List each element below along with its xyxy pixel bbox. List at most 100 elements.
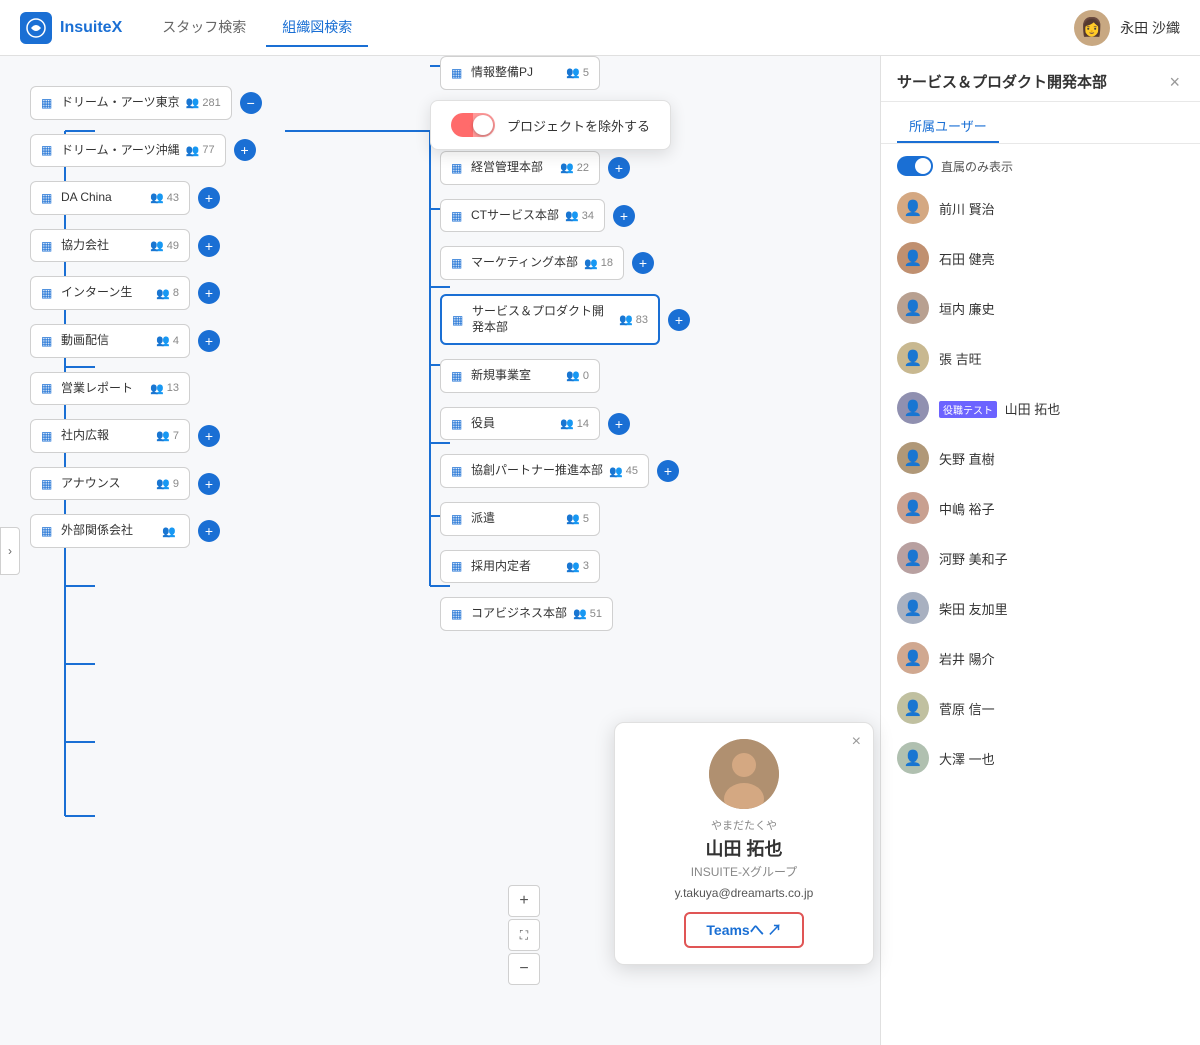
collapse-toggle[interactable]: › — [0, 527, 20, 575]
user-item-9[interactable]: 👤 岩井 陽介 — [897, 638, 1184, 678]
expand-button-ct[interactable]: + — [613, 205, 635, 227]
nav-tab-org[interactable]: 組織図検索 — [266, 9, 368, 47]
people-icon: 👥 — [560, 417, 574, 430]
org-node-shanai[interactable]: ▦ 社内広報 👥 7 — [30, 419, 190, 453]
avatar-11: 👤 — [897, 742, 929, 774]
expand-button-shanai[interactable]: + — [198, 425, 220, 447]
node-name: 営業レポート — [61, 381, 144, 397]
zoom-in-button[interactable]: + — [508, 885, 540, 917]
org-node-yakuin[interactable]: ▦ 役員 👥 14 — [440, 407, 600, 441]
org-node-douga[interactable]: ▦ 動画配信 👥 4 — [30, 324, 190, 358]
user-item-4[interactable]: 👤 役職テスト 山田 拓也 — [897, 388, 1184, 428]
people-icon: 👥 — [566, 512, 580, 525]
right-node-row-9: ▦ 派遣 👥 5 — [440, 502, 690, 536]
tab-members[interactable]: 所属ユーザー — [897, 110, 999, 143]
org-icon: ▦ — [451, 417, 465, 431]
nav-tab-staff[interactable]: スタッフ検索 — [146, 9, 262, 47]
org-icon: ▦ — [451, 464, 465, 478]
org-node-kyoso[interactable]: ▦ 協創パートナー推進本部 👥 45 — [440, 454, 649, 488]
org-node-intern[interactable]: ▦ インターン生 👥 8 — [30, 276, 190, 310]
user-badge-4: 役職テスト — [939, 401, 997, 418]
org-node-joho[interactable]: ▦ 情報整備PJ 👥 5 — [440, 56, 600, 90]
avatar-2: 👤 — [897, 292, 929, 324]
node-count: 👥 3 — [566, 560, 589, 573]
user-item-6[interactable]: 👤 中嶋 裕子 — [897, 488, 1184, 528]
profile-name: 山田 拓也 — [631, 835, 857, 861]
expand-button-dream-okinawa[interactable]: + — [234, 139, 256, 161]
org-icon: ▦ — [451, 256, 465, 270]
avatar-8: 👤 — [897, 592, 929, 624]
org-node-dream-tokyo[interactable]: ▦ ドリーム・アーツ東京 👥 281 — [30, 86, 232, 120]
profile-popup-close-button[interactable]: × — [852, 733, 861, 751]
org-icon: ▦ — [41, 477, 55, 491]
exclude-project-toggle[interactable] — [451, 113, 495, 137]
left-node-row-1: ▦ ドリーム・アーツ沖縄 👥 77 + — [30, 134, 262, 168]
node-name: 新規事業室 — [471, 368, 560, 384]
user-item-1[interactable]: 👤 石田 健亮 — [897, 238, 1184, 278]
right-node-row-8: ▦ 協創パートナー推進本部 👥 45 + — [440, 454, 690, 488]
user-info-8: 柴田 友加里 — [939, 599, 1184, 618]
expand-button-da-china[interactable]: + — [198, 187, 220, 209]
user-item-2[interactable]: 👤 垣内 廉史 — [897, 288, 1184, 328]
org-node-ct[interactable]: ▦ CTサービス本部 👥 34 — [440, 199, 605, 233]
org-node-marketing[interactable]: ▦ マーケティング本部 👥 18 — [440, 246, 624, 280]
org-node-da-china[interactable]: ▦ DA China 👥 43 — [30, 181, 190, 215]
node-count: 👥 45 — [609, 465, 638, 478]
user-item-0[interactable]: 👤 前川 賢治 — [897, 188, 1184, 228]
org-node-core[interactable]: ▦ コアビジネス本部 👥 51 — [440, 597, 613, 631]
node-name: 経営管理本部 — [471, 160, 554, 176]
user-item-5[interactable]: 👤 矢野 直樹 — [897, 438, 1184, 478]
profile-actions: Teamsへ ↗ — [631, 912, 857, 948]
user-info-5: 矢野 直樹 — [939, 449, 1184, 468]
user-item-11[interactable]: 👤 大澤 一也 — [897, 738, 1184, 778]
org-node-gaibukankei[interactable]: ▦ 外部関係会社 👥 — [30, 514, 190, 548]
org-node-eigyo[interactable]: ▦ 営業レポート 👥 13 — [30, 372, 190, 406]
expand-button-marketing[interactable]: + — [632, 252, 654, 274]
org-node-shinki[interactable]: ▦ 新規事業室 👥 0 — [440, 359, 600, 393]
org-node-announce[interactable]: ▦ アナウンス 👥 9 — [30, 467, 190, 501]
user-item-3[interactable]: 👤 張 吉旺 — [897, 338, 1184, 378]
expand-button-intern[interactable]: + — [198, 282, 220, 304]
people-icon: 👥 — [560, 161, 574, 174]
org-node-haken[interactable]: ▦ 派遣 👥 5 — [440, 502, 600, 536]
node-name: DA China — [61, 190, 144, 206]
people-icon: 👥 — [584, 257, 598, 270]
expand-button-yakuin[interactable]: + — [608, 413, 630, 435]
org-node-service-product[interactable]: ▦ サービス＆プロダクト開発本部 👥 83 — [440, 294, 660, 345]
user-name-1: 石田 健亮 — [939, 252, 995, 267]
people-icon: 👥 — [150, 382, 164, 395]
org-node-saiyo[interactable]: ▦ 採用内定者 👥 3 — [440, 550, 600, 584]
profile-email: y.takuya@dreamarts.co.jp — [631, 886, 857, 900]
zoom-out-button[interactable]: − — [508, 953, 540, 985]
zoom-fit-button[interactable]: ⛶ — [508, 919, 540, 951]
expand-button-service-product[interactable]: + — [668, 309, 690, 331]
teams-link[interactable]: Teamsへ ↗ — [684, 912, 803, 948]
expand-button-keiei[interactable]: + — [608, 157, 630, 179]
user-item-10[interactable]: 👤 菅原 信一 — [897, 688, 1184, 728]
expand-button-kyoso[interactable]: + — [657, 460, 679, 482]
user-item-7[interactable]: 👤 河野 美和子 — [897, 538, 1184, 578]
expand-button-gaibukankei[interactable]: + — [198, 520, 220, 542]
node-count: 👥 5 — [566, 512, 589, 525]
left-node-row-3: ▦ 協力会社 👥 49 + — [30, 229, 262, 263]
direct-only-toggle[interactable] — [897, 156, 933, 176]
org-node-dream-okinawa[interactable]: ▦ ドリーム・アーツ沖縄 👥 77 — [30, 134, 226, 168]
node-name: ドリーム・アーツ沖縄 — [61, 143, 180, 159]
people-icon: 👥 — [566, 369, 580, 382]
header-right: 👩 永田 沙織 — [1074, 10, 1180, 46]
panel-close-button[interactable]: × — [1165, 72, 1184, 93]
user-info-1: 石田 健亮 — [939, 249, 1184, 268]
expand-button-announce[interactable]: + — [198, 473, 220, 495]
user-item-8[interactable]: 👤 柴田 友加里 — [897, 588, 1184, 628]
org-icon: ▦ — [41, 429, 55, 443]
left-node-row-6: ▦ 営業レポート 👥 13 — [30, 372, 262, 406]
nav-tabs: スタッフ検索 組織図検索 — [146, 9, 368, 47]
node-count: 👥 34 — [565, 209, 594, 222]
expand-button-kyoryoku[interactable]: + — [198, 235, 220, 257]
expand-button-douga[interactable]: + — [198, 330, 220, 352]
right-node-row-4: ▦ マーケティング本部 👥 18 + — [440, 246, 690, 280]
org-node-kyoryoku[interactable]: ▦ 協力会社 👥 49 — [30, 229, 190, 263]
collapse-button-dream-tokyo[interactable]: − — [240, 92, 262, 114]
org-node-keiei[interactable]: ▦ 経営管理本部 👥 22 — [440, 151, 600, 185]
org-icon: ▦ — [41, 96, 55, 110]
